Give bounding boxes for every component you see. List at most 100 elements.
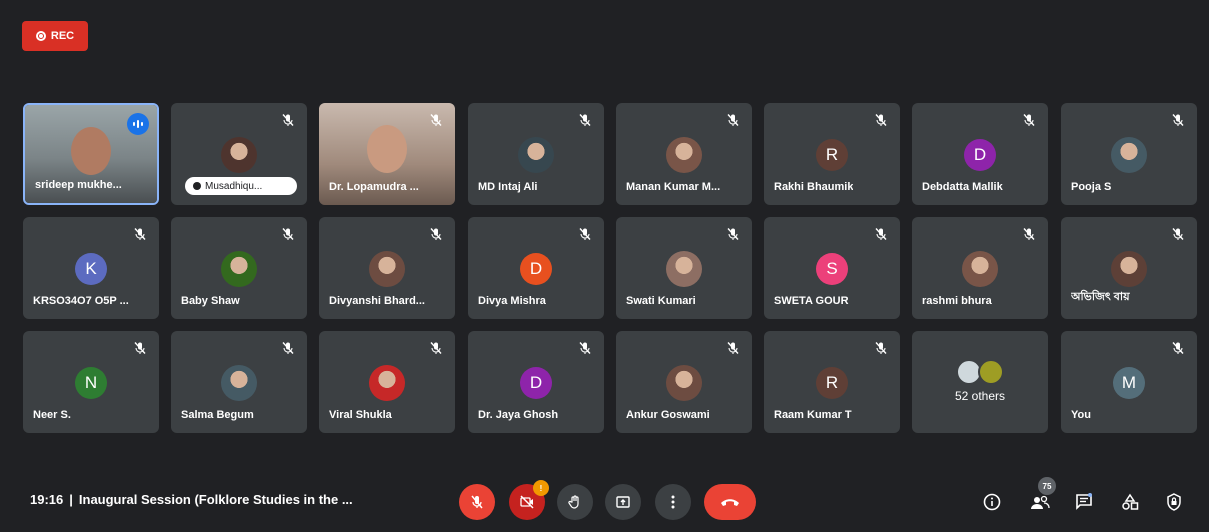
participant-name: Neer S.: [33, 409, 71, 421]
microphone-toggle-button[interactable]: [459, 484, 495, 520]
avatar: [666, 365, 702, 401]
avatar: M: [1113, 367, 1145, 399]
more-options-button[interactable]: [655, 484, 691, 520]
participant-name: অভিজিৎ বায়: [1071, 291, 1130, 303]
others-avatars: [956, 359, 1004, 385]
mic-muted-icon: [1171, 341, 1185, 355]
present-icon: [616, 496, 630, 508]
participant-tile[interactable]: D Dr. Jaya Ghosh: [468, 331, 604, 433]
mic-muted-icon: [281, 113, 295, 127]
participant-tile[interactable]: srideep mukhe...: [23, 103, 159, 205]
mic-muted-icon: [578, 113, 592, 127]
avatar: [221, 137, 257, 173]
activities-icon: [1122, 493, 1139, 510]
avatar: [978, 359, 1004, 385]
participant-tile[interactable]: S SWETA GOUR: [764, 217, 900, 319]
person-icon: [193, 182, 201, 190]
participant-name: Dr. Lopamudra ...: [329, 181, 419, 193]
participant-face: [367, 125, 407, 173]
meeting-info-button[interactable]: [980, 490, 1004, 514]
activities-button[interactable]: [1118, 490, 1142, 514]
people-button[interactable]: 75: [1028, 477, 1056, 514]
participant-tile[interactable]: D Debdatta Mallik: [912, 103, 1048, 205]
camera-toggle-button[interactable]: !: [509, 480, 549, 520]
avatar: K: [75, 253, 107, 285]
mic-muted-icon: [874, 227, 888, 241]
participant-tile[interactable]: Baby Shaw: [171, 217, 307, 319]
participant-tile[interactable]: Musadhiqu...: [171, 103, 307, 205]
mic-muted-icon: [578, 227, 592, 241]
avatar: [666, 251, 702, 287]
participant-tile[interactable]: K KRSO34O7 O5P ...: [23, 217, 159, 319]
participant-name: Dr. Jaya Ghosh: [478, 409, 559, 421]
separator: |: [69, 492, 73, 507]
participant-name: Divyanshi Bhard...: [329, 295, 425, 307]
avatar: [518, 137, 554, 173]
participant-tile[interactable]: R Rakhi Bhaumik: [764, 103, 900, 205]
participant-name: Ankur Goswami: [626, 409, 710, 421]
participant-tile[interactable]: M You: [1061, 331, 1197, 433]
participant-name: KRSO34O7 O5P ...: [33, 295, 129, 307]
participant-tile[interactable]: Manan Kumar M...: [616, 103, 752, 205]
bottom-control-bar: 19:16 | Inaugural Session (Folklore Studie…: [0, 470, 1209, 532]
chat-button[interactable]: [1072, 490, 1096, 514]
participant-tile[interactable]: rashmi bhura: [912, 217, 1048, 319]
meeting-title: Inaugural Session (Folklore Studies in t…: [78, 492, 353, 507]
avatar: [1111, 251, 1147, 287]
people-icon: [1031, 495, 1050, 509]
mic-muted-icon: [133, 341, 147, 355]
info-icon: [983, 493, 1001, 511]
participant-name: You: [1071, 409, 1091, 421]
avatar: [1111, 137, 1147, 173]
participant-tile[interactable]: N Neer S.: [23, 331, 159, 433]
participant-tile[interactable]: MD Intaj Ali: [468, 103, 604, 205]
avatar: S: [816, 253, 848, 285]
mic-muted-icon: [429, 227, 443, 241]
mic-muted-icon: [726, 341, 740, 355]
participant-tile[interactable]: Salma Begum: [171, 331, 307, 433]
avatar: R: [816, 367, 848, 399]
participant-name: Baby Shaw: [181, 295, 240, 307]
meeting-details[interactable]: 19:16 | Inaugural Session (Folklore Studie…: [30, 492, 353, 507]
participant-name: Swati Kumari: [626, 295, 696, 307]
mic-muted-icon: [578, 341, 592, 355]
participant-name: Viral Shukla: [329, 409, 392, 421]
participant-tile[interactable]: Dr. Lopamudra ...: [319, 103, 455, 205]
participant-name: Salma Begum: [181, 409, 254, 421]
mic-muted-icon: [429, 113, 443, 127]
others-count-label: 52 others: [954, 389, 1006, 403]
shield-lock-icon: [1167, 493, 1181, 511]
participant-tile[interactable]: অভিজিৎ বায়: [1061, 217, 1197, 319]
participant-tile[interactable]: D Divya Mishra: [468, 217, 604, 319]
mic-muted-icon: [1022, 227, 1036, 241]
participant-name: Divya Mishra: [478, 295, 546, 307]
participant-tile[interactable]: Swati Kumari: [616, 217, 752, 319]
hand-icon: [568, 495, 579, 509]
participant-tile[interactable]: Viral Shukla: [319, 331, 455, 433]
avatar: [221, 251, 257, 287]
mic-muted-icon: [429, 341, 443, 355]
host-controls-button[interactable]: [1162, 490, 1186, 514]
camera-off-icon: [520, 495, 534, 509]
participant-tile[interactable]: R Raam Kumar T: [764, 331, 900, 433]
others-tile[interactable]: 52 others: [912, 331, 1048, 433]
participant-name: Rakhi Bhaumik: [774, 181, 854, 193]
raise-hand-button[interactable]: [557, 484, 593, 520]
participant-tile[interactable]: Ankur Goswami: [616, 331, 752, 433]
recording-label: REC: [50, 30, 75, 42]
chat-icon: [1076, 493, 1092, 510]
leave-call-button[interactable]: [704, 484, 756, 520]
participant-name: Musadhiqu...: [205, 180, 263, 192]
participant-face: [71, 127, 111, 175]
participant-tile[interactable]: Divyanshi Bhard...: [319, 217, 455, 319]
avatar: R: [816, 139, 848, 171]
participant-name: Pooja S: [1071, 181, 1112, 193]
avatar: [221, 365, 257, 401]
mic-muted-icon: [281, 227, 295, 241]
participant-name: Manan Kumar M...: [626, 181, 721, 193]
mic-muted-icon: [874, 341, 888, 355]
participant-name: rashmi bhura: [922, 295, 992, 307]
avatar: [962, 251, 998, 287]
present-screen-button[interactable]: [605, 484, 641, 520]
participant-tile[interactable]: Pooja S: [1061, 103, 1197, 205]
